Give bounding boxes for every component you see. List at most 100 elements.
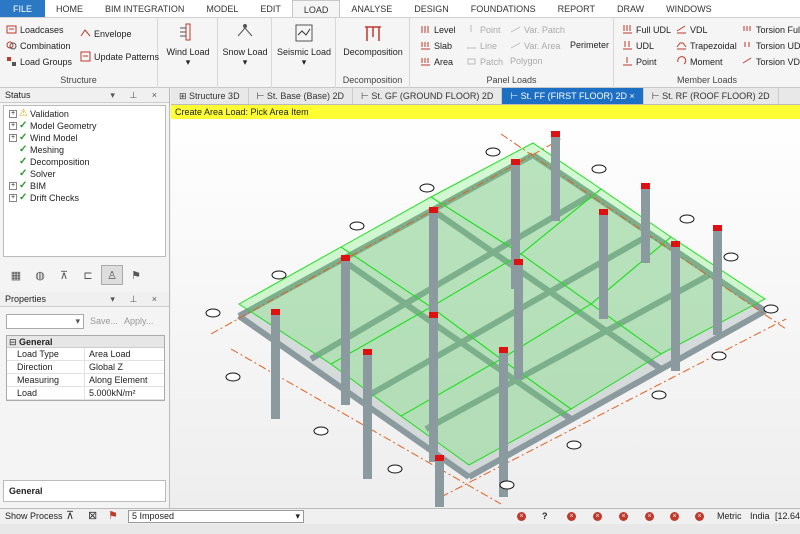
menu-windows[interactable]: WINDOWS — [655, 0, 723, 17]
error-icon[interactable]: × — [593, 512, 602, 521]
snow-load-button[interactable]: Snow Load ▾ — [220, 22, 270, 67]
column[interactable] — [429, 312, 438, 462]
status-item-validation[interactable]: + ⚠ Validation — [4, 108, 165, 120]
status-item-meshing[interactable]: ✓ Meshing — [4, 144, 165, 156]
tab-st-rf[interactable]: ⊢ St. RF (ROOF FLOOR) 2D — [644, 88, 779, 104]
column[interactable] — [671, 241, 680, 371]
model-viewport[interactable]: Create Area Load: Pick Area Item — [171, 105, 800, 508]
member-trapezoidal-button[interactable]: Trapezoidal — [676, 40, 737, 51]
structure-tree-icon[interactable]: ▦ — [5, 265, 27, 285]
panel-area-button[interactable]: Area — [420, 56, 453, 67]
menu-report[interactable]: REPORT — [547, 0, 606, 17]
expand-icon[interactable]: + — [9, 134, 17, 142]
column[interactable] — [435, 455, 444, 507]
column[interactable] — [363, 349, 372, 479]
column[interactable] — [514, 259, 523, 379]
loadcase-select[interactable]: 5 Imposed — [128, 510, 304, 523]
panel-point-button[interactable]: Point — [466, 24, 501, 35]
member-udl-button[interactable]: UDL — [622, 40, 654, 51]
combination-button[interactable]: Combination — [6, 40, 71, 51]
panel-var-area-button[interactable]: Var. Area — [510, 40, 560, 51]
column[interactable] — [341, 255, 350, 405]
show-process-button[interactable]: Show Process — [5, 511, 63, 521]
tab-st-base[interactable]: ⊢ St. Base (Base) 2D — [249, 88, 353, 104]
error-icon[interactable]: × — [619, 512, 628, 521]
column[interactable] — [641, 183, 650, 263]
error-icon[interactable]: × — [695, 512, 704, 521]
column[interactable] — [271, 309, 280, 419]
help-icon[interactable]: ? — [542, 511, 548, 521]
panel-slab-button[interactable]: Slab — [420, 40, 452, 51]
menu-design[interactable]: DESIGN — [403, 0, 460, 17]
status-item-wind-model[interactable]: + ✓ Wind Model — [4, 132, 165, 144]
save-button[interactable]: Save... — [90, 316, 118, 326]
menu-draw[interactable]: DRAW — [606, 0, 655, 17]
expand-icon[interactable]: + — [9, 122, 17, 130]
report-icon[interactable]: ⊠ — [88, 509, 97, 522]
member-torsion-vdl-button[interactable]: Torsion VDL — [742, 56, 800, 67]
region-label[interactable]: India — [750, 511, 770, 521]
expand-icon[interactable]: + — [9, 194, 17, 202]
loading-icon[interactable]: ⊼ — [53, 265, 75, 285]
loadcases-button[interactable]: Loadcases — [6, 24, 64, 35]
panel-polygon-button[interactable]: Polygon — [510, 56, 543, 66]
menu-edit[interactable]: EDIT — [249, 0, 292, 17]
member-point-button[interactable]: Point — [622, 56, 657, 67]
status-item-bim[interactable]: + ✓ BIM — [4, 180, 165, 192]
member-vdl-button[interactable]: VDL — [676, 24, 708, 35]
update-patterns-button[interactable]: Update Patterns — [80, 51, 159, 62]
member-full-udl-button[interactable]: Full UDL — [622, 24, 671, 35]
member-torsion-full-button[interactable]: Torsion Full — [742, 24, 800, 35]
status-item-decomposition[interactable]: ✓ Decomposition — [4, 156, 165, 168]
tab-st-gf[interactable]: ⊢ St. GF (GROUND FLOOR) 2D — [353, 88, 503, 104]
panel-line-button[interactable]: Line — [466, 40, 497, 51]
error-icon[interactable]: × — [670, 512, 679, 521]
menu-bim-integration[interactable]: BIM INTEGRATION — [94, 0, 195, 17]
status-item-drift-checks[interactable]: + ✓ Drift Checks — [4, 192, 165, 204]
menu-model[interactable]: MODEL — [195, 0, 249, 17]
expand-icon[interactable]: + — [9, 110, 17, 118]
properties-group-header[interactable]: General — [7, 336, 164, 348]
error-icon[interactable]: × — [567, 512, 576, 521]
panel-pin-icon[interactable]: ▾ ⊥ × — [110, 88, 163, 103]
properties-pin-icon[interactable]: ▾ ⊥ × — [110, 292, 163, 307]
menu-load[interactable]: LOAD — [291, 0, 341, 17]
status-item-solver[interactable]: ✓ Solver — [4, 168, 165, 180]
status-item-model-geometry[interactable]: + ✓ Model Geometry — [4, 120, 165, 132]
property-row[interactable]: Measuring Along Element — [7, 374, 164, 387]
flag-icon[interactable]: ⚑ — [125, 265, 147, 285]
apply-button[interactable]: Apply... — [124, 316, 153, 326]
load-groups-button[interactable]: Load Groups — [6, 56, 72, 67]
error-icon[interactable]: × — [645, 512, 654, 521]
flag-icon[interactable]: ⚑ — [108, 509, 118, 522]
structure-3d-drawing[interactable] — [171, 119, 800, 508]
envelope-button[interactable]: Envelope — [80, 28, 132, 39]
column[interactable] — [599, 209, 608, 319]
seismic-load-button[interactable]: Seismic Load ▾ — [276, 22, 332, 67]
panel-perimeter-button[interactable]: Perimeter — [570, 40, 609, 50]
menu-foundations[interactable]: FOUNDATIONS — [460, 0, 547, 17]
tab-structure-3d[interactable]: ⊞ Structure 3D — [171, 88, 249, 104]
column[interactable] — [499, 347, 508, 497]
member-moment-button[interactable]: Moment — [676, 56, 723, 67]
column[interactable] — [713, 225, 722, 335]
units-label[interactable]: Metric — [717, 511, 742, 521]
status-icon[interactable]: ♙ — [101, 265, 123, 285]
panel-patch-button[interactable]: Patch — [466, 56, 503, 67]
menu-home[interactable]: HOME — [45, 0, 94, 17]
menu-file[interactable]: FILE — [0, 0, 46, 17]
property-row[interactable]: Load Type Area Load — [7, 348, 164, 361]
property-row[interactable]: Load 5.000kN/m² — [7, 387, 164, 400]
decomposition-button[interactable]: Decomposition — [340, 22, 406, 57]
panel-level-button[interactable]: Level — [420, 24, 456, 35]
load-icon[interactable]: ⊼ — [66, 509, 74, 522]
panel-var-patch-button[interactable]: Var. Patch — [510, 24, 565, 35]
error-icon[interactable]: × — [517, 512, 526, 521]
tab-st-ff[interactable]: ⊢ St. FF (FIRST FLOOR) 2D × — [502, 88, 644, 104]
wind-load-button[interactable]: Wind Load ▾ — [162, 22, 214, 67]
property-row[interactable]: Direction Global Z — [7, 361, 164, 374]
menu-analyse[interactable]: ANALYSE — [340, 0, 403, 17]
column[interactable] — [551, 131, 560, 221]
member-icon[interactable]: ⊏ — [77, 265, 99, 285]
property-set-select[interactable] — [6, 313, 84, 329]
